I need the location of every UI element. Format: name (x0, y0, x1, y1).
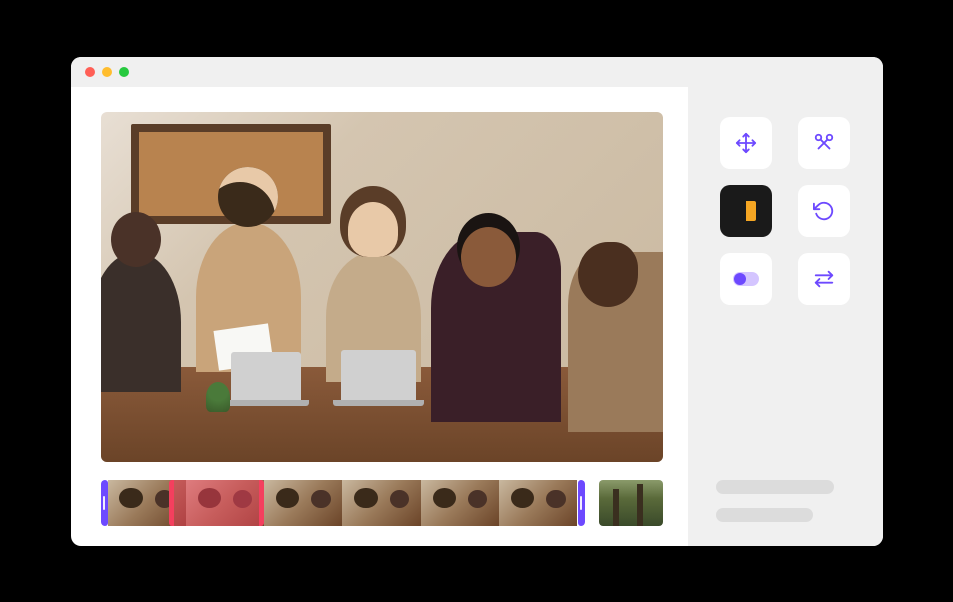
sidebar-placeholders (716, 480, 855, 522)
timeline (101, 480, 663, 526)
clip-frame (342, 480, 420, 526)
zoom-window-button[interactable] (119, 67, 129, 77)
app-window (71, 57, 883, 546)
move-icon (735, 132, 757, 154)
preview-scene (101, 112, 663, 462)
tool-grid (716, 117, 855, 305)
cut-tool[interactable] (798, 117, 850, 169)
clip-handle-right[interactable] (578, 480, 585, 526)
clip-frame (499, 480, 577, 526)
close-window-button[interactable] (85, 67, 95, 77)
placeholder-line (716, 480, 834, 494)
swap-icon (813, 268, 835, 290)
timeline-selection[interactable] (169, 480, 264, 526)
scene-laptop (341, 350, 416, 400)
timeline-clip[interactable] (599, 480, 663, 526)
tool-sidebar (688, 87, 883, 546)
scene-laptop (231, 352, 301, 400)
clip-handle-left[interactable] (101, 480, 108, 526)
clip-frame (264, 480, 342, 526)
toggle-icon (733, 272, 759, 286)
swap-tool[interactable] (798, 253, 850, 305)
toggle-tool[interactable] (720, 253, 772, 305)
main-panel (71, 87, 688, 546)
minimize-window-button[interactable] (102, 67, 112, 77)
video-preview[interactable] (101, 112, 663, 462)
move-tool[interactable] (720, 117, 772, 169)
scissors-icon (813, 132, 835, 154)
color-tool[interactable] (720, 185, 772, 237)
placeholder-line (716, 508, 813, 522)
window-titlebar (71, 57, 883, 87)
timeline-clip[interactable] (101, 480, 585, 526)
scene-person (431, 232, 561, 422)
palette-icon (736, 201, 756, 221)
scene-plant (206, 382, 230, 412)
rotate-tool[interactable] (798, 185, 850, 237)
scene-person (101, 252, 181, 392)
scene-person (568, 252, 663, 432)
rotate-icon (813, 200, 835, 222)
content-area (71, 87, 883, 546)
clip-frame (421, 480, 499, 526)
